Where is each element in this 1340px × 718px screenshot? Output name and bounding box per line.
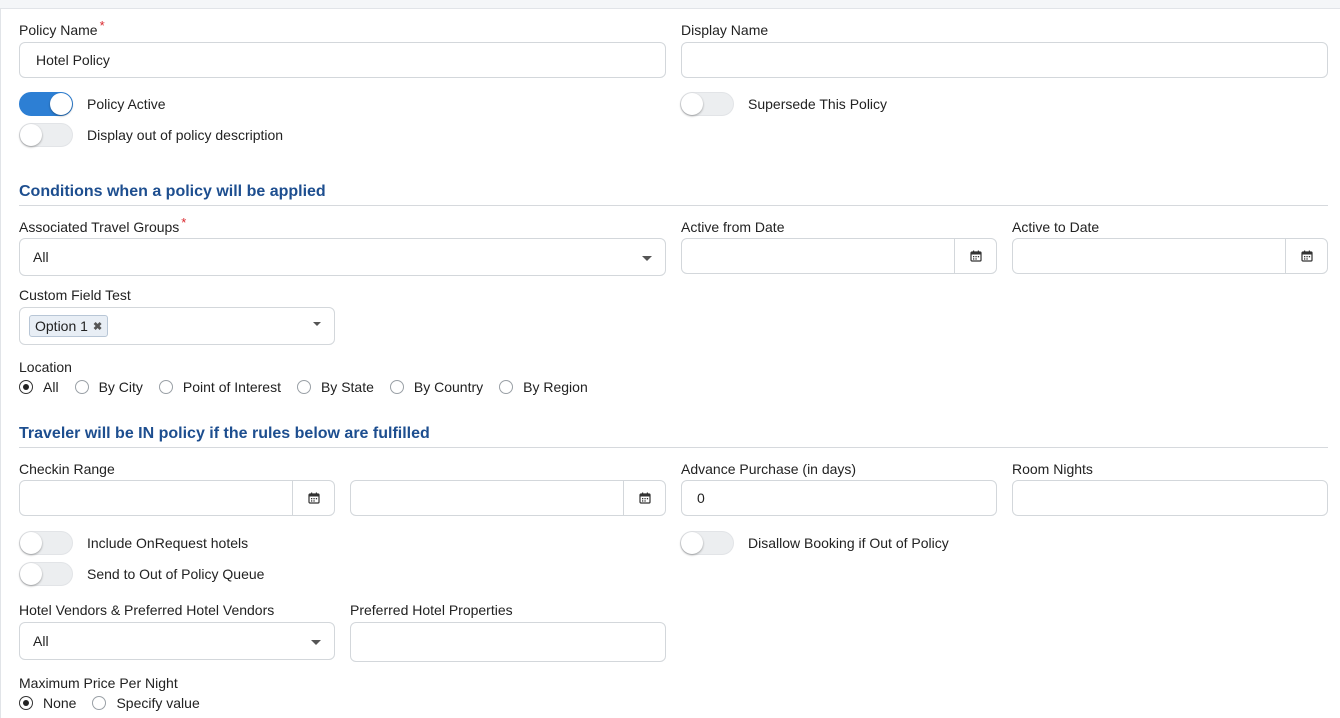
required-mark: * — [181, 215, 187, 230]
location-option-label: By Region — [523, 379, 588, 395]
calendar-icon — [969, 250, 982, 262]
checkin-to-input[interactable] — [350, 480, 666, 516]
location-radio-by-region[interactable] — [499, 380, 514, 394]
section-divider — [19, 205, 1328, 206]
checkin-from-input[interactable] — [19, 480, 335, 516]
calendar-icon — [307, 492, 320, 504]
max-price-radio-none[interactable] — [19, 696, 33, 710]
max-price-label: Maximum Price Per Night — [19, 675, 178, 691]
toggle-knob — [50, 93, 72, 115]
advance-purchase-label: Advance Purchase (in days) — [681, 461, 857, 477]
display-oop-description-label: Display out of policy description — [87, 127, 284, 143]
location-radio-all[interactable] — [19, 380, 33, 394]
travel-groups-value: All — [33, 249, 49, 265]
include-onrequest-toggle[interactable] — [19, 531, 73, 555]
location-radio-by-city[interactable] — [74, 380, 89, 394]
location-option-label: By State — [320, 379, 374, 395]
location-radio-by-state[interactable] — [296, 380, 311, 394]
location-option-label: By Country — [413, 379, 484, 395]
active-from-date-input[interactable] — [681, 238, 997, 274]
policy-name-input[interactable]: Hotel Policy — [19, 42, 666, 78]
selected-chip: Option 1 ✖ — [29, 315, 109, 337]
toggle-knob — [20, 124, 42, 146]
custom-field-label: Custom Field Test — [19, 287, 131, 303]
chevron-down-icon — [642, 256, 652, 261]
calendar-button[interactable] — [292, 481, 334, 515]
calendar-button[interactable] — [623, 481, 665, 515]
hotel-vendors-value: All — [33, 633, 49, 649]
travel-groups-select[interactable]: All — [19, 238, 666, 276]
policy-name-value: Hotel Policy — [36, 52, 110, 68]
required-mark: * — [99, 18, 105, 33]
location-radio-by-country[interactable] — [389, 380, 404, 394]
calendar-icon — [1300, 250, 1313, 262]
calendar-button[interactable] — [954, 239, 996, 273]
conditions-section-title: Conditions when a policy will be applied — [19, 183, 326, 200]
display-name-input[interactable] — [681, 42, 1328, 78]
supersede-policy-toggle[interactable] — [680, 92, 734, 116]
max-price-radio-group: None Specify value — [19, 695, 216, 711]
toggle-knob — [20, 532, 42, 554]
calendar-icon — [638, 492, 651, 504]
chevron-down-icon — [313, 322, 321, 326]
location-label: Location — [19, 359, 72, 375]
disallow-booking-toggle[interactable] — [680, 531, 734, 555]
display-name-label: Display Name — [681, 22, 769, 38]
hotel-vendors-label: Hotel Vendors & Preferred Hotel Vendors — [19, 602, 275, 618]
disallow-booking-label: Disallow Booking if Out of Policy — [748, 535, 949, 551]
max-price-option-label: Specify value — [116, 695, 200, 711]
toggle-knob — [681, 93, 703, 115]
send-oop-queue-label: Send to Out of Policy Queue — [87, 566, 265, 582]
preferred-properties-input[interactable] — [350, 622, 666, 662]
room-nights-label: Room Nights — [1012, 461, 1093, 477]
policy-name-label: Policy Name * — [19, 18, 105, 38]
policy-name-label-text: Policy Name — [19, 22, 98, 38]
toggle-knob — [20, 563, 42, 585]
travel-groups-label-text: Associated Travel Groups — [19, 219, 180, 235]
display-oop-description-toggle[interactable] — [19, 123, 73, 147]
rules-section-title: Traveler will be IN policy if the rules … — [19, 425, 430, 442]
room-nights-input[interactable] — [1012, 480, 1328, 516]
supersede-policy-label: Supersede This Policy — [748, 96, 888, 112]
send-oop-queue-toggle[interactable] — [19, 562, 73, 586]
preferred-properties-label: Preferred Hotel Properties — [350, 602, 513, 618]
travel-groups-label: Associated Travel Groups * — [19, 215, 186, 235]
hotel-vendors-select[interactable]: All — [19, 622, 335, 660]
location-option-label: Point of Interest — [182, 379, 281, 395]
chevron-down-icon — [311, 640, 321, 645]
remove-chip-icon[interactable]: ✖ — [93, 320, 102, 333]
policy-active-toggle[interactable] — [19, 92, 73, 116]
calendar-button[interactable] — [1285, 239, 1327, 273]
active-from-date-label: Active from Date — [681, 219, 785, 235]
advance-purchase-input[interactable]: 0 — [681, 480, 997, 516]
section-divider — [19, 447, 1328, 448]
policy-form: Policy Name * Hotel Policy Display Name P… — [0, 8, 1340, 718]
include-onrequest-label: Include OnRequest hotels — [87, 535, 249, 551]
location-radio-group: All By City Point of Interest By State B… — [19, 379, 604, 395]
active-to-date-label: Active to Date — [1012, 219, 1100, 235]
advance-purchase-value: 0 — [697, 490, 705, 506]
location-option-label: All — [43, 379, 59, 395]
policy-active-label: Policy Active — [87, 96, 166, 112]
max-price-option-label: None — [43, 695, 77, 711]
max-price-radio-specify[interactable] — [92, 696, 107, 710]
active-to-date-input[interactable] — [1012, 238, 1328, 274]
custom-field-multiselect[interactable]: Option 1 ✖ — [19, 307, 335, 345]
chip-label: Option 1 — [35, 318, 88, 334]
location-radio-point-of-interest[interactable] — [158, 380, 173, 394]
location-option-label: By City — [98, 379, 143, 395]
checkin-range-label: Checkin Range — [19, 461, 115, 477]
toggle-knob — [681, 532, 703, 554]
